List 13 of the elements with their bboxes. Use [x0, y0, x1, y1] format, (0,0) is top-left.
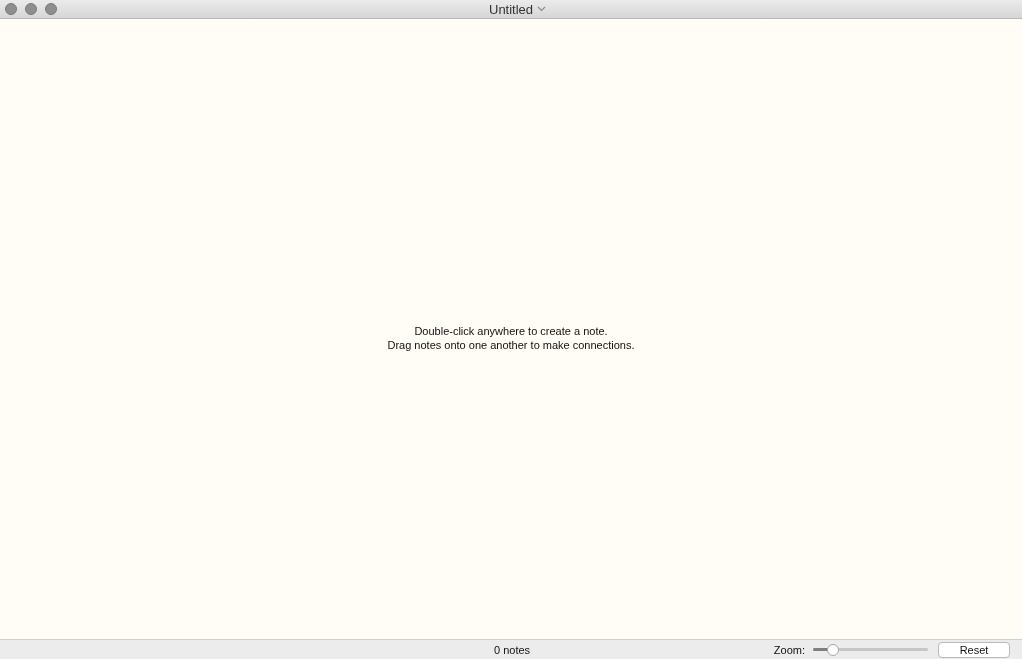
zoom-label: Zoom: — [773, 643, 805, 656]
minimize-button[interactable] — [25, 3, 37, 15]
hint-text: Drag notes onto one another to make connections. — [387, 338, 635, 352]
reset-button[interactable]: Reset — [938, 641, 1010, 658]
canvas[interactable]: Double-click anywhere to create a note. Drag notes onto one another to make connections. — [0, 19, 1022, 639]
hint-text: Double-click anywhere to create a note. — [413, 324, 609, 338]
chevron-icon[interactable] — [537, 6, 547, 12]
slider-thumb[interactable] — [826, 643, 839, 656]
zoom-slider[interactable] — [813, 643, 928, 656]
window-title: Untitled — [489, 1, 534, 17]
close-button[interactable] — [5, 3, 17, 15]
note-count: 0 notes — [494, 643, 531, 656]
zoom-button[interactable] — [45, 3, 57, 15]
